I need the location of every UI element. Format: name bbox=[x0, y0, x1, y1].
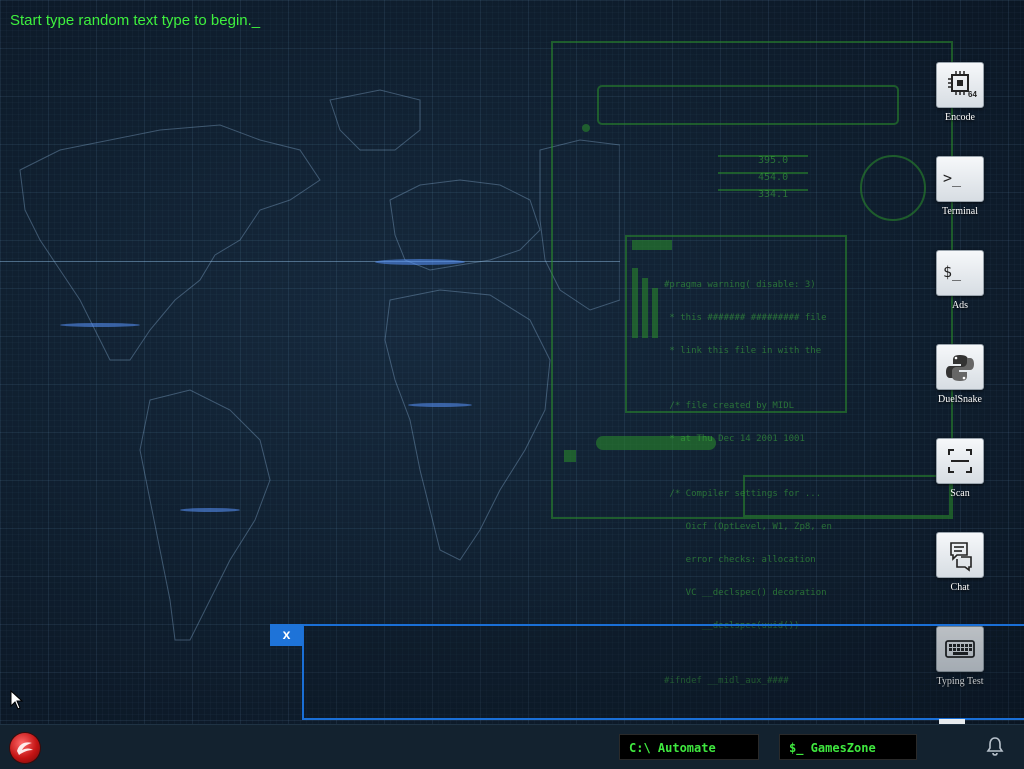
python-icon bbox=[936, 344, 984, 390]
notification-bell-icon[interactable] bbox=[984, 735, 1006, 757]
console-number: 454.0 bbox=[758, 172, 789, 183]
chat-icon bbox=[936, 532, 984, 578]
console-line: /* Compiler settings for ... bbox=[664, 489, 822, 499]
typing-prompt: Start type random text type to begin._ bbox=[10, 12, 261, 29]
console-number: 334.1 bbox=[758, 189, 789, 200]
desktop-icon-terminal[interactable]: >_ Terminal bbox=[924, 156, 996, 236]
terminal-glyph: >_ bbox=[943, 169, 962, 187]
dollar-prompt-icon: $_ bbox=[936, 250, 984, 296]
console-line: error checks: allocation bbox=[664, 555, 816, 565]
desktop-icon-chat[interactable]: Chat bbox=[924, 532, 996, 612]
desktop-icon-label: Chat bbox=[950, 582, 970, 593]
taskbar-gameszone-button[interactable]: $_ GamesZone bbox=[779, 734, 917, 760]
world-map bbox=[19, 89, 620, 641]
taskbar: C:\ Automate $_ GamesZone bbox=[0, 724, 1024, 769]
desktop-icon-ads[interactable]: $_ Ads bbox=[924, 250, 996, 330]
console-line: * at Thu Dec 14 2001 1001 bbox=[664, 434, 805, 444]
chip-64-icon: 64 bbox=[936, 62, 984, 108]
dollar-prompt-glyph: $_ bbox=[943, 263, 962, 281]
popup-close-button[interactable]: x bbox=[270, 624, 303, 646]
terminal-icon: >_ bbox=[936, 156, 984, 202]
desktop-icon-scan[interactable]: Scan bbox=[924, 438, 996, 518]
console-numbers: 395.0 454.0 334.1 bbox=[758, 152, 788, 203]
console-line: * this ####### ######### file bbox=[664, 313, 827, 323]
console-line: VC __declspec() decoration bbox=[664, 588, 827, 598]
console-number: 395.0 bbox=[758, 155, 789, 166]
console-line: #pragma warning( disable: 3) bbox=[664, 280, 816, 290]
console-line: Oicf (OptLevel, W1, Zp8, en bbox=[664, 522, 832, 532]
scan-icon bbox=[936, 438, 984, 484]
desktop-icon-label: Encode bbox=[945, 112, 975, 123]
desktop-icon-label: Scan bbox=[950, 488, 970, 499]
desktop-icon-encode[interactable]: 64 Encode bbox=[924, 62, 996, 142]
desktop-icon-label: Terminal bbox=[942, 206, 978, 217]
desktop-icon-label: DuelSnake bbox=[938, 394, 982, 405]
mouse-cursor-icon bbox=[10, 690, 24, 710]
start-button[interactable] bbox=[10, 733, 40, 763]
desktop: 395.0 454.0 334.1 #pragma warning( disab… bbox=[0, 0, 1024, 724]
taskbar-automate-button[interactable]: C:\ Automate bbox=[619, 734, 759, 760]
chip-64-label: 64 bbox=[968, 90, 977, 99]
start-logo-icon bbox=[17, 742, 33, 755]
popup-window[interactable] bbox=[302, 624, 1024, 720]
desktop-icon-duelsnake[interactable]: DuelSnake bbox=[924, 344, 996, 424]
console-line: * link this file in with the bbox=[664, 346, 822, 356]
console-line: /* file created by MIDL bbox=[664, 401, 795, 411]
desktop-icon-label: Ads bbox=[951, 300, 969, 311]
